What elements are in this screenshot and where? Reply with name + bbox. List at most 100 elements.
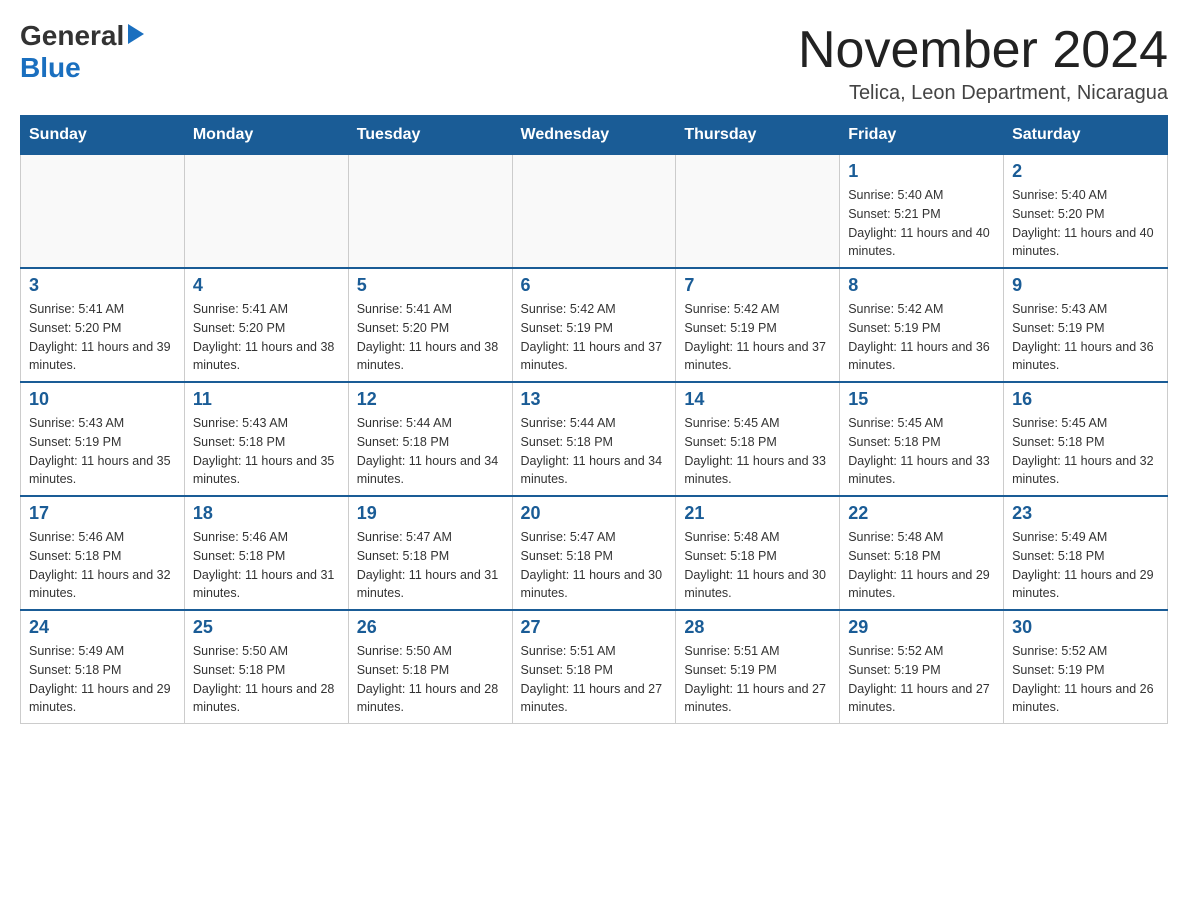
day-info: Sunrise: 5:43 AM Sunset: 5:19 PM Dayligh… xyxy=(1012,300,1159,375)
day-info: Sunrise: 5:52 AM Sunset: 5:19 PM Dayligh… xyxy=(1012,642,1159,717)
calendar-cell: 14 Sunrise: 5:45 AM Sunset: 5:18 PM Dayli… xyxy=(676,382,840,496)
day-number: 7 xyxy=(684,275,831,296)
calendar-cell xyxy=(512,155,676,269)
day-number: 2 xyxy=(1012,161,1159,182)
location-text: Telica, Leon Department, Nicaragua xyxy=(798,82,1168,105)
calendar-cell: 13 Sunrise: 5:44 AM Sunset: 5:18 PM Dayli… xyxy=(512,382,676,496)
day-info: Sunrise: 5:49 AM Sunset: 5:18 PM Dayligh… xyxy=(29,642,176,717)
day-number: 24 xyxy=(29,617,176,638)
calendar-cell: 15Sunrise: 5:45 AM Sunset: 5:18 PM Dayli… xyxy=(840,382,1004,496)
day-number: 28 xyxy=(684,617,831,638)
month-title: November 2024 xyxy=(798,20,1168,80)
calendar-cell: 20 Sunrise: 5:47 AM Sunset: 5:18 PM Dayli… xyxy=(512,496,676,610)
day-info: Sunrise: 5:49 AM Sunset: 5:18 PM Dayligh… xyxy=(1012,528,1159,603)
page-header: General Blue November 2024 Telica, Leon … xyxy=(20,20,1168,105)
calendar-cell: 1Sunrise: 5:40 AM Sunset: 5:21 PM Daylig… xyxy=(840,155,1004,269)
day-info: Sunrise: 5:48 AM Sunset: 5:18 PM Dayligh… xyxy=(684,528,831,603)
day-number: 18 xyxy=(193,503,340,524)
day-info: Sunrise: 5:50 AM Sunset: 5:18 PM Dayligh… xyxy=(193,642,340,717)
day-info: Sunrise: 5:46 AM Sunset: 5:18 PM Dayligh… xyxy=(29,528,176,603)
day-number: 3 xyxy=(29,275,176,296)
day-number: 6 xyxy=(521,275,668,296)
calendar-week-row: 3 Sunrise: 5:41 AM Sunset: 5:20 PM Daylig… xyxy=(21,268,1168,382)
day-info: Sunrise: 5:50 AM Sunset: 5:18 PM Dayligh… xyxy=(357,642,504,717)
day-number: 20 xyxy=(521,503,668,524)
day-number: 5 xyxy=(357,275,504,296)
calendar-cell xyxy=(21,155,185,269)
day-info: Sunrise: 5:40 AM Sunset: 5:21 PM Dayligh… xyxy=(848,186,995,261)
day-info: Sunrise: 5:45 AM Sunset: 5:18 PM Dayligh… xyxy=(848,414,995,489)
day-of-week-header: Saturday xyxy=(1004,116,1168,155)
day-number: 16 xyxy=(1012,389,1159,410)
day-info: Sunrise: 5:46 AM Sunset: 5:18 PM Dayligh… xyxy=(193,528,340,603)
day-info: Sunrise: 5:44 AM Sunset: 5:18 PM Dayligh… xyxy=(521,414,668,489)
day-info: Sunrise: 5:41 AM Sunset: 5:20 PM Dayligh… xyxy=(357,300,504,375)
logo: General Blue xyxy=(20,20,144,84)
day-info: Sunrise: 5:45 AM Sunset: 5:18 PM Dayligh… xyxy=(1012,414,1159,489)
calendar-cell: 8Sunrise: 5:42 AM Sunset: 5:19 PM Daylig… xyxy=(840,268,1004,382)
day-number: 8 xyxy=(848,275,995,296)
day-info: Sunrise: 5:41 AM Sunset: 5:20 PM Dayligh… xyxy=(193,300,340,375)
day-info: Sunrise: 5:48 AM Sunset: 5:18 PM Dayligh… xyxy=(848,528,995,603)
day-info: Sunrise: 5:43 AM Sunset: 5:18 PM Dayligh… xyxy=(193,414,340,489)
calendar-cell: 11 Sunrise: 5:43 AM Sunset: 5:18 PM Dayli… xyxy=(184,382,348,496)
calendar-cell: 29 Sunrise: 5:52 AM Sunset: 5:19 PM Dayli… xyxy=(840,610,1004,724)
logo-blue-text: Blue xyxy=(20,52,81,84)
calendar-cell: 9 Sunrise: 5:43 AM Sunset: 5:19 PM Daylig… xyxy=(1004,268,1168,382)
day-of-week-header: Wednesday xyxy=(512,116,676,155)
day-number: 30 xyxy=(1012,617,1159,638)
calendar-cell: 18 Sunrise: 5:46 AM Sunset: 5:18 PM Dayli… xyxy=(184,496,348,610)
calendar-cell: 6 Sunrise: 5:42 AM Sunset: 5:19 PM Daylig… xyxy=(512,268,676,382)
day-info: Sunrise: 5:47 AM Sunset: 5:18 PM Dayligh… xyxy=(357,528,504,603)
calendar-cell: 28Sunrise: 5:51 AM Sunset: 5:19 PM Dayli… xyxy=(676,610,840,724)
calendar-cell: 23 Sunrise: 5:49 AM Sunset: 5:18 PM Dayli… xyxy=(1004,496,1168,610)
day-number: 25 xyxy=(193,617,340,638)
day-number: 12 xyxy=(357,389,504,410)
day-number: 27 xyxy=(521,617,668,638)
day-info: Sunrise: 5:51 AM Sunset: 5:18 PM Dayligh… xyxy=(521,642,668,717)
day-of-week-header: Monday xyxy=(184,116,348,155)
logo-arrow-icon xyxy=(128,24,144,44)
calendar-cell xyxy=(348,155,512,269)
calendar-cell: 25 Sunrise: 5:50 AM Sunset: 5:18 PM Dayli… xyxy=(184,610,348,724)
calendar-table: SundayMondayTuesdayWednesdayThursdayFrid… xyxy=(20,115,1168,724)
calendar-cell: 12 Sunrise: 5:44 AM Sunset: 5:18 PM Dayli… xyxy=(348,382,512,496)
day-number: 14 xyxy=(684,389,831,410)
title-section: November 2024 Telica, Leon Department, N… xyxy=(798,20,1168,105)
day-number: 21 xyxy=(684,503,831,524)
calendar-cell xyxy=(676,155,840,269)
day-number: 13 xyxy=(521,389,668,410)
calendar-cell xyxy=(184,155,348,269)
logo-general-text: General xyxy=(20,20,124,52)
day-number: 4 xyxy=(193,275,340,296)
calendar-cell: 10 Sunrise: 5:43 AM Sunset: 5:19 PM Dayli… xyxy=(21,382,185,496)
calendar-week-row: 17Sunrise: 5:46 AM Sunset: 5:18 PM Dayli… xyxy=(21,496,1168,610)
day-of-week-header: Sunday xyxy=(21,116,185,155)
day-of-week-header: Friday xyxy=(840,116,1004,155)
day-number: 29 xyxy=(848,617,995,638)
day-info: Sunrise: 5:44 AM Sunset: 5:18 PM Dayligh… xyxy=(357,414,504,489)
calendar-cell: 21 Sunrise: 5:48 AM Sunset: 5:18 PM Dayli… xyxy=(676,496,840,610)
day-of-week-header: Tuesday xyxy=(348,116,512,155)
day-number: 23 xyxy=(1012,503,1159,524)
calendar-week-row: 1Sunrise: 5:40 AM Sunset: 5:21 PM Daylig… xyxy=(21,155,1168,269)
calendar-week-row: 24 Sunrise: 5:49 AM Sunset: 5:18 PM Dayli… xyxy=(21,610,1168,724)
day-info: Sunrise: 5:42 AM Sunset: 5:19 PM Dayligh… xyxy=(521,300,668,375)
calendar-cell: 24 Sunrise: 5:49 AM Sunset: 5:18 PM Dayli… xyxy=(21,610,185,724)
calendar-cell: 30 Sunrise: 5:52 AM Sunset: 5:19 PM Dayli… xyxy=(1004,610,1168,724)
day-info: Sunrise: 5:47 AM Sunset: 5:18 PM Dayligh… xyxy=(521,528,668,603)
calendar-header-row: SundayMondayTuesdayWednesdayThursdayFrid… xyxy=(21,116,1168,155)
calendar-cell: 27 Sunrise: 5:51 AM Sunset: 5:18 PM Dayli… xyxy=(512,610,676,724)
day-number: 22 xyxy=(848,503,995,524)
calendar-cell: 19Sunrise: 5:47 AM Sunset: 5:18 PM Dayli… xyxy=(348,496,512,610)
day-number: 11 xyxy=(193,389,340,410)
day-info: Sunrise: 5:45 AM Sunset: 5:18 PM Dayligh… xyxy=(684,414,831,489)
day-info: Sunrise: 5:43 AM Sunset: 5:19 PM Dayligh… xyxy=(29,414,176,489)
calendar-cell: 22 Sunrise: 5:48 AM Sunset: 5:18 PM Dayli… xyxy=(840,496,1004,610)
day-number: 9 xyxy=(1012,275,1159,296)
calendar-cell: 26Sunrise: 5:50 AM Sunset: 5:18 PM Dayli… xyxy=(348,610,512,724)
calendar-cell: 3Sunrise: 5:41 AM Sunset: 5:20 PM Daylig… xyxy=(21,268,185,382)
day-number: 10 xyxy=(29,389,176,410)
day-info: Sunrise: 5:52 AM Sunset: 5:19 PM Dayligh… xyxy=(848,642,995,717)
calendar-week-row: 10 Sunrise: 5:43 AM Sunset: 5:19 PM Dayli… xyxy=(21,382,1168,496)
